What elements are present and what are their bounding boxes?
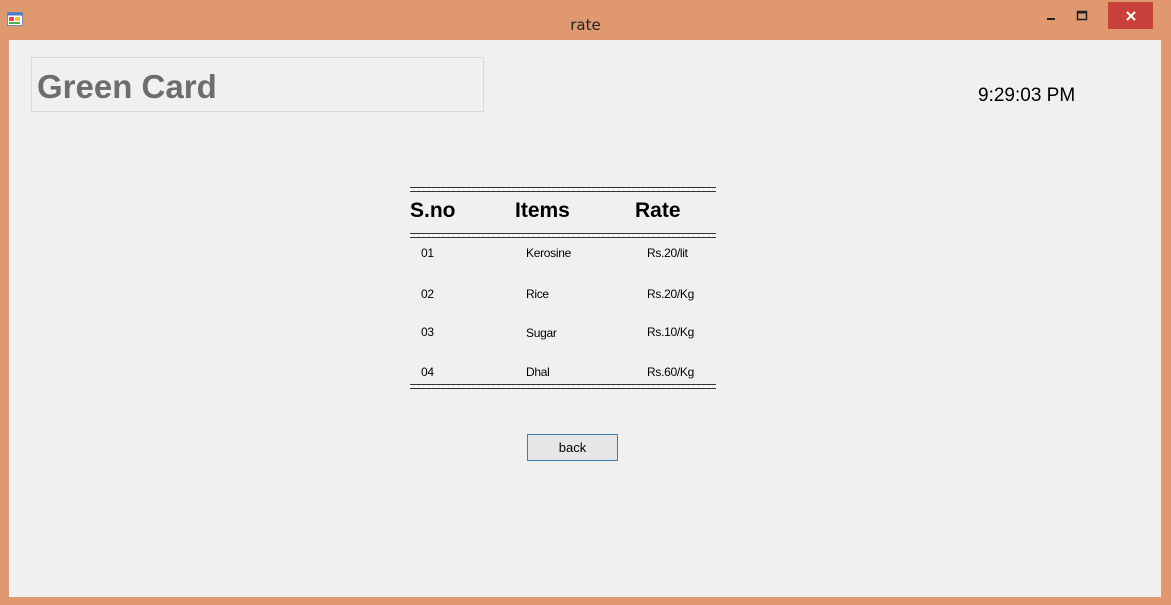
minimize-button[interactable] xyxy=(1038,2,1064,29)
row-4-sno: 04 xyxy=(421,365,434,379)
row-3-sno: 03 xyxy=(421,325,434,339)
heading-box: Green Card xyxy=(31,57,484,112)
divider-top xyxy=(410,187,716,192)
row-2-item: Rice xyxy=(526,287,549,301)
header-items: Items xyxy=(515,199,570,222)
row-2-sno: 02 xyxy=(421,287,434,301)
row-1-item: Kerosine xyxy=(526,246,571,260)
header-rate: Rate xyxy=(635,199,681,222)
minimize-icon xyxy=(1047,17,1055,20)
header-sno: S.no xyxy=(410,199,456,222)
title-bar[interactable]: rate xyxy=(0,0,1171,40)
close-button[interactable] xyxy=(1108,2,1153,29)
row-3-item: Sugar xyxy=(526,326,557,340)
row-1-sno: 01 xyxy=(421,246,434,260)
row-4-item: Dhal xyxy=(526,365,550,379)
divider-bottom xyxy=(410,384,716,389)
close-icon xyxy=(1125,10,1136,21)
divider-header xyxy=(410,233,716,238)
back-button[interactable]: back xyxy=(527,434,618,461)
row-4-rate: Rs.60/Kg xyxy=(647,365,694,379)
maximize-button[interactable] xyxy=(1066,2,1098,29)
window-title: rate xyxy=(570,16,601,34)
maximize-icon xyxy=(1076,10,1088,20)
form-client-area: Green Card 9:29:03 PM S.no Items Rate 01… xyxy=(9,40,1161,597)
page-title: Green Card xyxy=(37,68,217,105)
app-window: rate Green Card 9:29:03 PM S.no Items Ra… xyxy=(0,0,1171,605)
row-3-rate: Rs.10/Kg xyxy=(647,325,694,339)
clock-label: 9:29:03 PM xyxy=(978,85,1076,106)
row-1-rate: Rs.20/lit xyxy=(647,246,688,260)
row-2-rate: Rs.20/Kg xyxy=(647,287,694,301)
